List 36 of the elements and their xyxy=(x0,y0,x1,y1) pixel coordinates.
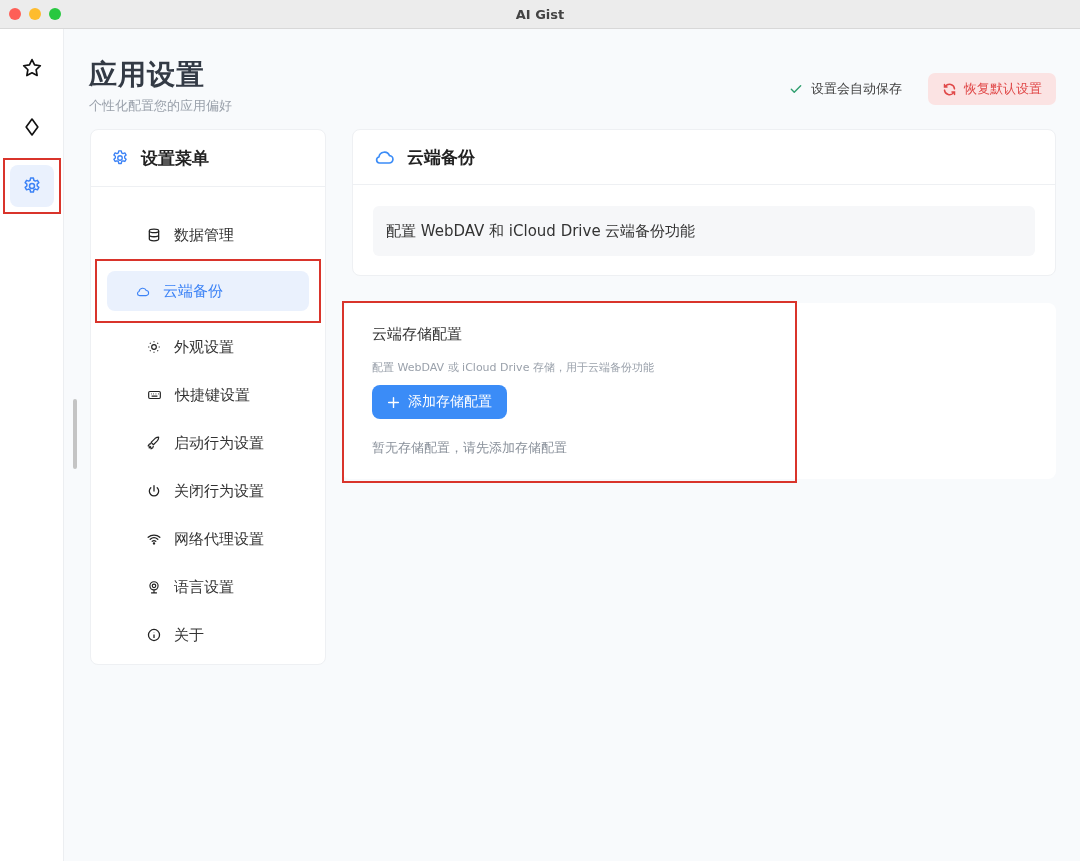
menu-item[interactable]: 外观设置 xyxy=(107,327,309,367)
autosave-text: 设置会自动保存 xyxy=(811,80,902,98)
page-subtitle: 个性化配置您的应用偏好 xyxy=(89,97,232,115)
section-title: 云端备份 xyxy=(407,145,475,169)
menu-item[interactable]: 数据管理 xyxy=(107,215,309,255)
minimize-button[interactable] xyxy=(29,8,41,20)
menu-title: 设置菜单 xyxy=(141,146,209,170)
menu-item[interactable]: 快捷键设置 xyxy=(107,375,309,415)
database-icon xyxy=(147,228,161,242)
page-title: 应用设置 xyxy=(89,57,206,93)
menu-item[interactable]: 网络代理设置 xyxy=(107,519,309,559)
section-description: 配置 WebDAV 和 iCloud Drive 云端备份功能 xyxy=(373,206,1035,256)
webcam-icon xyxy=(147,580,161,594)
menu-item[interactable]: 关闭行为设置 xyxy=(107,471,309,511)
info-icon xyxy=(147,628,161,642)
settings-icon xyxy=(111,149,129,167)
keyboard-icon xyxy=(147,388,162,402)
star-icon xyxy=(20,57,43,79)
settings-icon xyxy=(21,176,42,196)
zoom-button[interactable] xyxy=(49,8,61,20)
close-button[interactable] xyxy=(9,8,21,20)
sun-icon xyxy=(147,340,161,354)
empty-state-text: 暂无存储配置，请先添加存储配置 xyxy=(372,439,567,457)
storage-hint: 配置 WebDAV 或 iCloud Drive 存储，用于云端备份功能 xyxy=(372,360,654,375)
menu-item[interactable]: 启动行为设置 xyxy=(107,423,309,463)
window-title: AI Gist xyxy=(515,6,565,22)
storage-title: 云端存储配置 xyxy=(372,325,462,344)
power-icon xyxy=(147,484,161,498)
check-icon xyxy=(789,82,803,96)
rocket-icon xyxy=(147,436,161,450)
refresh-icon xyxy=(942,81,957,97)
plus-icon xyxy=(387,395,400,409)
menu-item[interactable]: 语言设置 xyxy=(107,567,309,607)
scrollbar-thumb[interactable] xyxy=(73,399,77,469)
menu-item[interactable]: 关于 xyxy=(107,615,309,655)
wifi-icon xyxy=(147,532,161,546)
